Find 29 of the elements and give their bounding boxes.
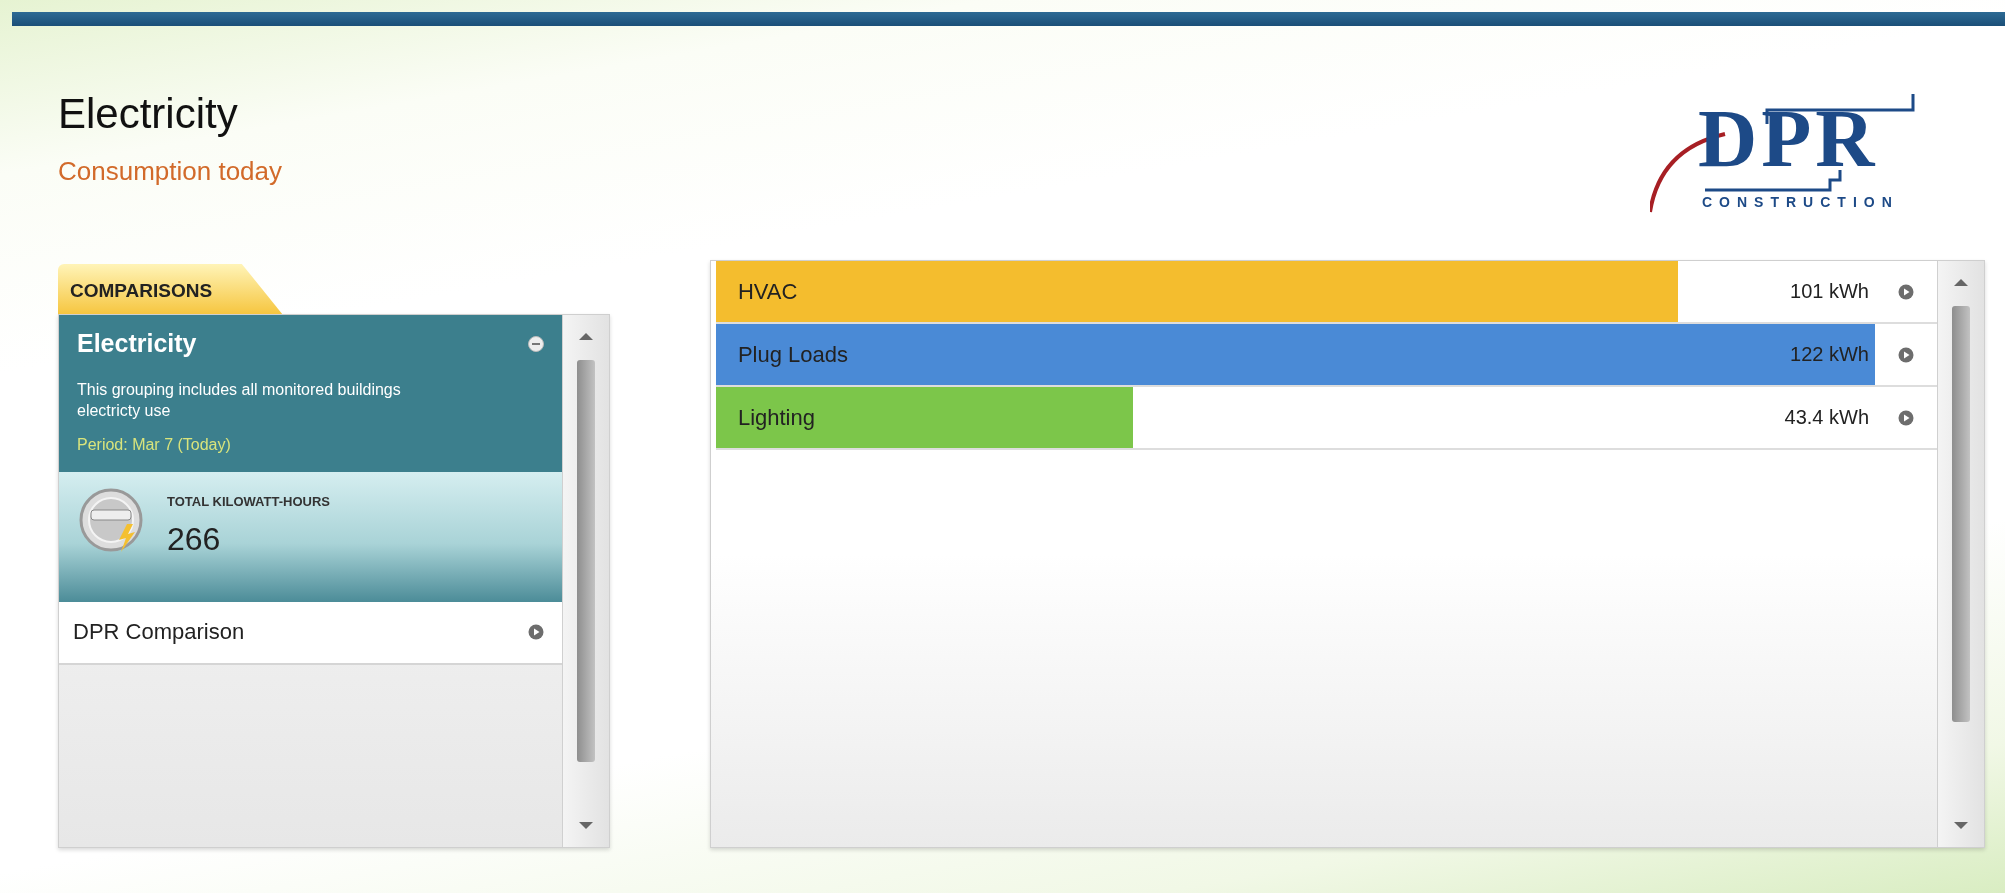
scrollbar[interactable]: [561, 315, 609, 847]
category-label: HVAC: [736, 278, 798, 305]
total-value: 266: [167, 520, 222, 558]
category-label: Plug Loads: [736, 341, 848, 368]
total-label: TOTAL KILOWATT-HOURS: [167, 493, 330, 509]
arrow-circle-icon[interactable]: [1898, 409, 1914, 426]
usage-reading: 101 kWh: [1790, 280, 1870, 303]
arrow-circle-icon[interactable]: [527, 624, 544, 641]
page-title: Electricity: [58, 90, 239, 138]
arrow-circle-icon[interactable]: [1898, 346, 1914, 363]
scroll-up-arrow[interactable]: [578, 333, 593, 340]
page-subtitle: Consumption today: [58, 156, 283, 187]
category-label: Lighting: [736, 404, 815, 431]
comparisons-tab[interactable]: COMPARISONS: [58, 264, 283, 314]
scroll-down-arrow[interactable]: [578, 822, 593, 829]
scroll-thumb[interactable]: [1952, 306, 1970, 722]
scroll-thumb[interactable]: [576, 360, 595, 762]
group-description: This grouping includes all monitored buildings electricty use: [77, 380, 402, 421]
usage-reading: 43.4 kWh: [1784, 406, 1870, 429]
comparison-item[interactable]: DPR Comparison: [59, 601, 562, 665]
arrow-circle-icon[interactable]: [1898, 283, 1914, 300]
scrollbar[interactable]: [1937, 261, 1984, 847]
group-period: Period: Mar 7 (Today): [77, 435, 232, 454]
company-logo: DPR CONSTRUCTION: [1650, 84, 1940, 244]
collapse-icon[interactable]: [527, 335, 544, 352]
scroll-up-arrow[interactable]: [1954, 279, 1968, 286]
scroll-down-arrow[interactable]: [1954, 822, 1968, 829]
group-title: Electricity: [77, 329, 197, 358]
usage-reading: 122 kWh: [1790, 343, 1870, 366]
